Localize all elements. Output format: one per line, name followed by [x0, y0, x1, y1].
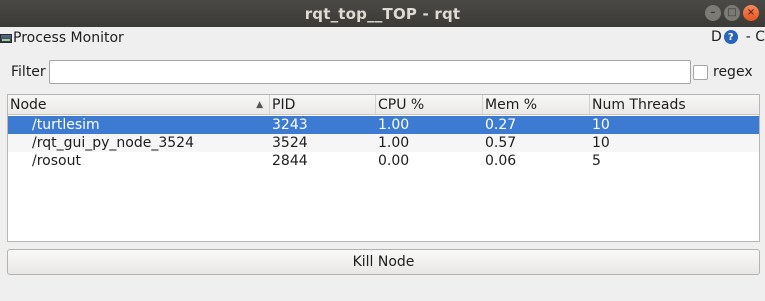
cell-mem: 0.57 — [485, 135, 517, 151]
close-icon: × — [746, 7, 756, 18]
cell-threads: 5 — [592, 153, 601, 169]
cell-cpu: 0.00 — [378, 153, 410, 169]
table-row[interactable]: /rqt_gui_py_node_3524 3524 1.00 0.57 10 — [8, 134, 759, 152]
process-table: Node ▲ PID CPU % Mem % Num Threads /turt… — [7, 94, 760, 242]
cell-threads: 10 — [592, 135, 610, 151]
cell-node: /rosout — [32, 153, 81, 169]
cell-mem: 0.06 — [485, 153, 517, 169]
regex-checkbox[interactable] — [693, 65, 708, 80]
cell-pid: 3243 — [272, 117, 308, 133]
cell-node: /turtlesim — [32, 117, 100, 133]
dock-button[interactable]: D — [711, 29, 722, 45]
minimize-icon: – — [710, 7, 716, 18]
sort-ascending-icon: ▲ — [256, 100, 263, 110]
monitor-icon — [0, 33, 12, 43]
maximize-icon: □ — [727, 7, 737, 18]
column-header-mem[interactable]: Mem % — [483, 95, 590, 115]
table-row[interactable]: /rosout 2844 0.00 0.06 5 — [8, 152, 759, 170]
cell-node: /rqt_gui_py_node_3524 — [32, 135, 194, 151]
window-title: rqt_top__TOP - rqt — [304, 4, 461, 23]
plugin-header-controls: D ? - C — [711, 29, 765, 45]
cell-threads: 10 — [592, 117, 610, 133]
cell-cpu: 1.00 — [378, 117, 410, 133]
filter-label: Filter — [11, 64, 46, 80]
column-header-cpu[interactable]: CPU % — [376, 95, 483, 115]
maximize-button[interactable]: □ — [724, 5, 740, 21]
table-header: Node ▲ PID CPU % Mem % Num Threads — [8, 95, 759, 115]
regex-label: regex — [713, 64, 753, 80]
cell-pid: 2844 — [272, 153, 308, 169]
cell-pid: 3524 — [272, 135, 308, 151]
plugin-title: Process Monitor — [13, 30, 124, 46]
column-header-pid[interactable]: PID — [270, 95, 376, 115]
cell-mem: 0.27 — [485, 117, 517, 133]
window-titlebar: rqt_top__TOP - rqt – □ × — [0, 0, 765, 27]
kill-node-button[interactable]: Kill Node — [7, 249, 760, 275]
column-header-threads[interactable]: Num Threads — [590, 95, 759, 115]
cell-cpu: 1.00 — [378, 135, 410, 151]
filter-row: Filter regex — [0, 58, 765, 86]
plugin-header: Process Monitor D ? - C — [0, 27, 765, 49]
filter-input[interactable] — [49, 60, 691, 84]
window-controls: – □ × — [705, 5, 759, 21]
minimize-button[interactable]: – — [705, 5, 721, 21]
help-icon[interactable]: ? — [723, 30, 738, 44]
table-row[interactable]: /turtlesim 3243 1.00 0.27 10 — [8, 116, 759, 134]
close-button[interactable]: × — [743, 5, 759, 21]
column-header-node[interactable]: Node ▲ — [8, 95, 270, 115]
plugin-header-truncated-controls[interactable]: - C — [746, 29, 765, 45]
